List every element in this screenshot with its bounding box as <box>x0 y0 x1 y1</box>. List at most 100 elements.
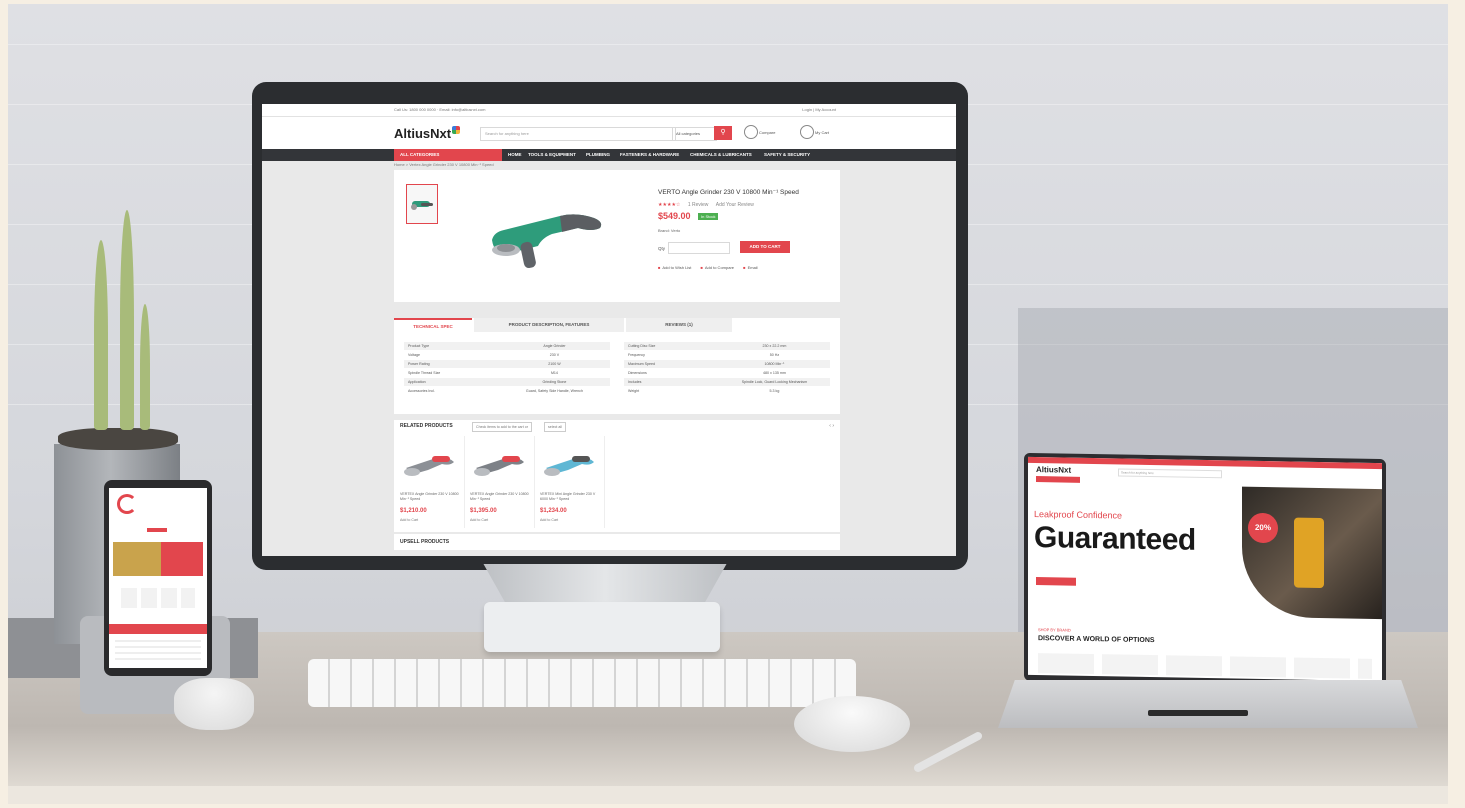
laptop-site-logo[interactable]: AltiusNxt <box>1036 465 1071 475</box>
smart-speaker <box>174 678 254 730</box>
spec-key: Product Type <box>408 344 430 348</box>
add-review-link[interactable]: Add Your Review <box>716 202 754 208</box>
qty-input[interactable] <box>668 242 730 254</box>
tab-technical-spec[interactable]: TECHNICAL SPEC <box>394 318 472 334</box>
tab-reviews[interactable]: REVIEWS (1) <box>626 318 732 332</box>
related-item-price: $1,210.00 <box>400 508 427 514</box>
related-title: RELATED PRODUCTS <box>400 423 453 429</box>
related-item-add-button[interactable]: Add to Cart <box>400 518 418 522</box>
spec-row: Dimensions 480 x 135 mm <box>624 369 830 378</box>
related-item-add-button[interactable]: Add to Cart <box>540 518 558 522</box>
search-category-select[interactable]: All categories <box>672 127 717 141</box>
spec-key: Dimensions <box>628 371 647 375</box>
select-all-link[interactable]: select all <box>544 422 566 432</box>
add-to-wishlist-link[interactable]: Add to Wish List <box>658 265 691 270</box>
plant-leaf <box>94 240 108 430</box>
carousel-arrows-icon[interactable]: ‹ › <box>829 423 834 429</box>
spec-row: Weight 5.3 kg <box>624 387 830 396</box>
spec-value: M14 <box>550 371 558 375</box>
hero-headline: Guaranteed <box>1034 521 1196 557</box>
upsell-products: UPSELL PRODUCTS <box>394 534 840 550</box>
logo-text: AltiusNxt <box>394 126 452 141</box>
tablet-hero-panel <box>161 542 203 576</box>
product-thumbnail[interactable] <box>406 184 438 224</box>
tablet-logo-icon <box>117 494 137 514</box>
spec-row: Product Type Angle Grinder <box>404 342 610 351</box>
spec-key: Includes <box>628 380 642 384</box>
spec-value: 230 x 22.2 mm <box>762 344 787 348</box>
review-count[interactable]: 1 Review <box>688 202 709 208</box>
upsell-title: UPSELL PRODUCTS <box>400 539 450 545</box>
brand-strip <box>1038 653 1372 679</box>
tablet-screen <box>109 488 207 668</box>
related-item[interactable]: VERTEX Mini Angle Grinder 230 V 6000 Min… <box>536 436 605 528</box>
main-nav: ALL CATEGORIES HOME TOOLS & EQUIPMENT PL… <box>262 149 956 161</box>
related-hint: Check items to add to the cart or <box>472 422 532 432</box>
email-link[interactable]: Email <box>743 265 757 270</box>
site-logo[interactable]: AltiusNxt <box>394 126 461 141</box>
related-item[interactable]: VERTEX Angle Grinder 230 V 10800 Min⁻¹ S… <box>396 436 465 528</box>
related-item-name[interactable]: VERTEX Mini Angle Grinder 230 V 6000 Min… <box>540 492 604 502</box>
search-button[interactable]: ⚲ <box>714 126 732 140</box>
nav-chemicals-lubricants[interactable]: CHEMICALS & LUBRICANTS <box>690 149 752 161</box>
search-icon: ⚲ <box>720 129 726 136</box>
related-products: RELATED PRODUCTS Check items to add to t… <box>394 420 840 532</box>
discount-badge: 20% <box>1248 512 1278 544</box>
product-brand: Brand: Verto <box>658 228 681 233</box>
spec-row: Cutting Disc Size 230 x 22.2 mm <box>624 342 830 351</box>
laptop-screen: AltiusNxt Search for anything here 20% L… <box>1028 456 1382 682</box>
laptop-categories-button[interactable] <box>1036 476 1080 483</box>
product-tabs: TECHNICAL SPEC PRODUCT DESCRIPTION, FEAT… <box>394 318 840 414</box>
spec-row: Application Grinding Stone <box>404 378 610 387</box>
spec-value: 480 x 135 mm <box>763 371 786 375</box>
spec-value: 230 V <box>549 353 560 357</box>
laptop-site-topbar <box>1028 456 1382 470</box>
topbar-account-links[interactable]: Login | My Account <box>802 107 836 112</box>
add-to-compare-link[interactable]: Add to Compare <box>700 265 734 270</box>
cart-label[interactable]: My Cart <box>815 130 829 135</box>
all-categories-button[interactable]: ALL CATEGORIES <box>394 149 502 161</box>
add-to-cart-button[interactable]: ADD TO CART <box>740 241 790 253</box>
nav-fasteners-hardware[interactable]: FASTENERS & HARDWARE <box>620 149 679 161</box>
grinder-image <box>474 456 524 476</box>
compare-icon[interactable] <box>744 125 758 139</box>
hero-kicker: Leakproof Confidence <box>1034 509 1123 521</box>
plant-leaf <box>120 210 134 430</box>
laptop-hero-image <box>1242 486 1382 620</box>
hero-cta-button[interactable] <box>1036 577 1076 586</box>
all-categories-label: ALL CATEGORIES <box>400 152 440 157</box>
rating-stars: ★★★★☆ <box>658 202 681 208</box>
section-title: DISCOVER A WORLD OF OPTIONS <box>1038 635 1155 645</box>
related-item-add-button[interactable]: Add to Cart <box>470 518 488 522</box>
desk-edge <box>8 786 1448 804</box>
product-title: VERTO Angle Grinder 230 V 10800 Min⁻¹ Sp… <box>658 189 799 196</box>
spec-key: Cutting Disc Size <box>628 344 656 348</box>
product-price: $549.00 <box>658 211 691 221</box>
product-rating[interactable]: ★★★★☆ 1 Review Add Your Review <box>658 202 754 208</box>
spec-key: Maximum Speed <box>628 362 655 366</box>
related-item[interactable]: VERTEX Angle Grinder 230 V 10800 Min⁻¹ S… <box>466 436 535 528</box>
spec-value: 5.3 kg <box>769 389 780 393</box>
spec-key: Weight <box>628 389 640 393</box>
tablet-banner <box>109 624 207 634</box>
nav-safety-security[interactable]: SAFETY & SECURITY <box>764 149 810 161</box>
nav-tools-equipment[interactable]: TOOLS & EQUIPMENT <box>528 149 576 161</box>
related-item-price: $1,234.00 <box>540 508 567 514</box>
site-topbar: Call Us: 1800 000 0000 · Email: info@alt… <box>262 104 956 117</box>
laptop-trackpad-edge <box>1148 710 1248 716</box>
spec-table-right: Cutting Disc Size 230 x 22.2 mm Frequency… <box>624 342 830 396</box>
tab-product-description[interactable]: PRODUCT DESCRIPTION, FEATURES <box>474 318 624 332</box>
angle-grinder-image <box>492 214 602 269</box>
search-input[interactable]: Search for anything here <box>480 127 676 141</box>
nav-home[interactable]: HOME <box>508 149 522 161</box>
compare-label[interactable]: Compare <box>759 130 775 135</box>
cart-icon[interactable] <box>800 125 814 139</box>
laptop-search-input[interactable]: Search for anything here <box>1118 468 1222 479</box>
related-item-name[interactable]: VERTEX Angle Grinder 230 V 10800 Min⁻¹ S… <box>470 492 534 502</box>
related-item-name[interactable]: VERTEX Angle Grinder 230 V 10800 Min⁻¹ S… <box>400 492 464 502</box>
spec-value: 50 Hz <box>769 353 780 357</box>
nav-plumbing[interactable]: PLUMBING <box>586 149 610 161</box>
mouse <box>794 696 910 752</box>
breadcrumb[interactable]: Home > Vertex Angle Grinder 230 V 10800 … <box>394 162 494 167</box>
spec-row: Includes Spindle Lock, Guard Locking Mech… <box>624 378 830 387</box>
